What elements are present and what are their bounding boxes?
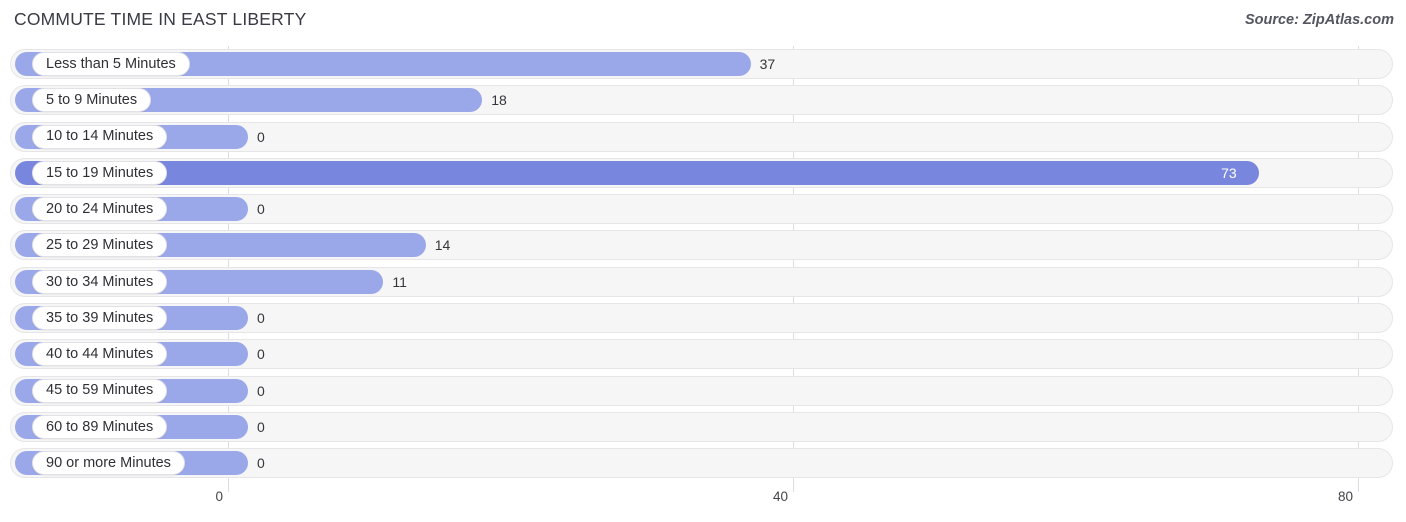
bar-category-label: 15 to 19 Minutes <box>32 160 168 185</box>
bar-category-label: 25 to 29 Minutes <box>32 233 168 258</box>
bar-category-label-text: Less than 5 Minutes <box>46 55 176 72</box>
bar-category-label-text: 40 to 44 Minutes <box>46 346 154 363</box>
bar-value-label: 73 <box>1221 164 1237 181</box>
bar-category-label: 40 to 44 Minutes <box>32 342 168 367</box>
bar-category-label-text: 25 to 29 Minutes <box>46 237 154 254</box>
bar-value-label: 0 <box>257 128 265 145</box>
bar-value-label: 0 <box>257 418 265 435</box>
bar-value-label: 0 <box>257 346 265 363</box>
bar-category-label-text: 30 to 34 Minutes <box>46 273 154 290</box>
bar-category-label: 45 to 59 Minutes <box>32 378 168 403</box>
bar-row[interactable]: 5 to 9 Minutes 18 <box>0 82 1406 118</box>
bar-row[interactable]: 90 or more Minutes 0 <box>0 445 1406 481</box>
bar-category-label-text: 10 to 14 Minutes <box>46 128 154 145</box>
bar-rows: Less than 5 Minutes 37 5 to 9 Minutes 18 10 … <box>0 46 1406 482</box>
x-axis: 0 40 80 <box>0 486 1406 522</box>
bar-category-label: 90 or more Minutes <box>32 451 185 476</box>
bar-category-label: 60 to 89 Minutes <box>32 414 168 439</box>
x-axis-tick-label: 80 <box>1337 489 1353 504</box>
bar-row[interactable]: 20 to 24 Minutes 0 <box>0 191 1406 227</box>
bar-row[interactable]: 60 to 89 Minutes 0 <box>0 409 1406 445</box>
bar-category-label-text: 35 to 39 Minutes <box>46 309 154 326</box>
bar[interactable] <box>15 160 1260 185</box>
bar-value-label: 11 <box>392 273 407 290</box>
bar-row[interactable]: 40 to 44 Minutes 0 <box>0 336 1406 372</box>
bar-value-label: 14 <box>434 237 451 254</box>
bar-row[interactable]: 25 to 29 Minutes 14 <box>0 227 1406 263</box>
bar-category-label-text: 45 to 59 Minutes <box>46 382 154 399</box>
bar-category-label-text: 15 to 19 Minutes <box>46 164 154 181</box>
bar-category-label-text: 20 to 24 Minutes <box>46 200 154 217</box>
bar-value-label: 0 <box>257 201 265 218</box>
bar-value-label: 0 <box>257 310 265 327</box>
bar-category-label-text: 60 to 89 Minutes <box>46 418 154 435</box>
bar-row[interactable]: 35 to 39 Minutes 0 <box>0 300 1406 336</box>
x-axis-tick-label: 40 <box>772 489 788 504</box>
bar-row[interactable]: Less than 5 Minutes 37 <box>0 46 1406 82</box>
bar-category-label: 5 to 9 Minutes <box>32 88 152 113</box>
bar-value-label: 18 <box>491 92 507 109</box>
bar-category-label: Less than 5 Minutes <box>32 52 190 76</box>
bar-category-label: 30 to 34 Minutes <box>32 269 168 294</box>
bar-row[interactable]: 10 to 14 Minutes 0 <box>0 119 1406 155</box>
bar-category-label: 35 to 39 Minutes <box>32 306 168 331</box>
bar-category-label-text: 90 or more Minutes <box>46 455 171 472</box>
bar-row[interactable]: 45 to 59 Minutes 0 <box>0 373 1406 409</box>
bar-category-label: 10 to 14 Minutes <box>32 124 168 149</box>
bar-value-label: 0 <box>257 382 265 399</box>
bar-value-label: 37 <box>759 56 776 72</box>
bar-row[interactable]: 30 to 34 Minutes 11 <box>0 264 1406 300</box>
bar-value-label: 0 <box>257 455 265 472</box>
bar-category-label: 20 to 24 Minutes <box>32 197 168 222</box>
bar-row[interactable]: 15 to 19 Minutes 73 <box>0 155 1406 191</box>
page-title: COMMUTE TIME IN EAST LIBERTY <box>14 9 307 29</box>
x-axis-tick-label: 0 <box>215 489 223 504</box>
plot-area: Less than 5 Minutes 37 5 to 9 Minutes 18 10 … <box>0 46 1406 492</box>
chart-container: COMMUTE TIME IN EAST LIBERTY Source: Zip… <box>0 0 1406 522</box>
bar-category-label-text: 5 to 9 Minutes <box>46 92 138 109</box>
source-attribution: Source: ZipAtlas.com <box>1244 12 1394 28</box>
